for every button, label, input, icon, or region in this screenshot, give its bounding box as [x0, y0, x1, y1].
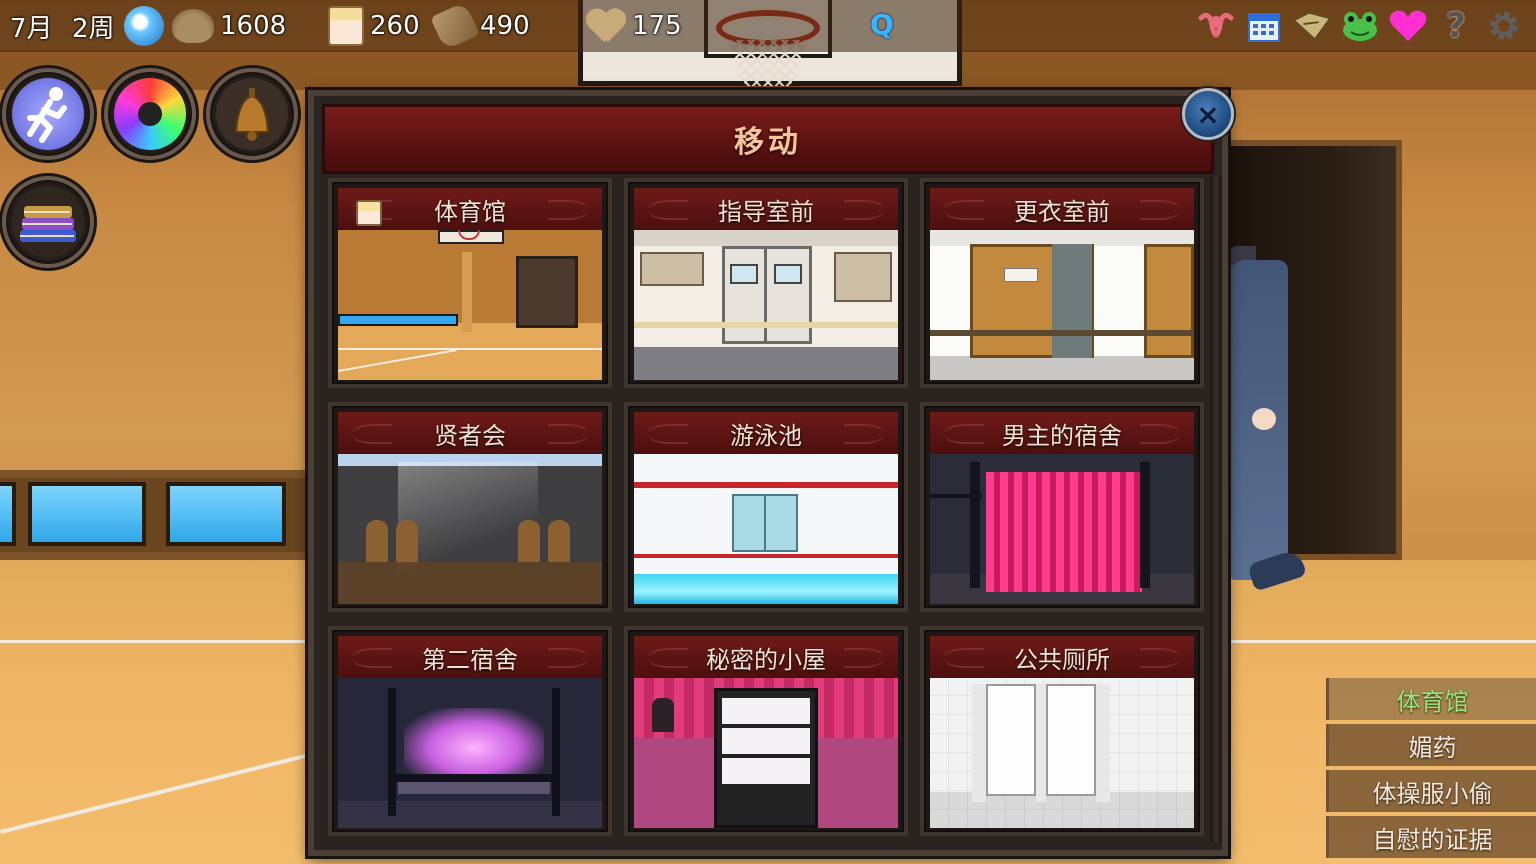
hud-menu-icons: ? — [1196, 6, 1524, 46]
location-image-toilet — [930, 678, 1194, 828]
heart-counter: 175 — [586, 0, 682, 52]
location-label: 指导室前 — [718, 197, 814, 226]
move-panel: 移动 体育馆 指导室前 更衣室前 贤者会 游泳池 男主的宿舍 第二宿舍 秘密的小… — [308, 90, 1228, 856]
location-card-office[interactable]: 指导室前 — [624, 178, 908, 388]
court-line — [0, 640, 320, 643]
map-icon[interactable] — [1292, 6, 1332, 46]
side-action-gym[interactable]: 体育馆 — [1326, 678, 1536, 720]
wall-window — [0, 482, 16, 546]
week-label: 2周 — [72, 13, 115, 44]
money-value: 1608 — [220, 11, 287, 41]
current-location-portrait-icon — [356, 200, 382, 226]
money-counter: 1608 — [172, 0, 286, 52]
location-card-locker[interactable]: 更衣室前 — [920, 178, 1204, 388]
location-image-council — [338, 454, 602, 604]
location-card-header: 游泳池 — [634, 412, 898, 454]
side-action-evidence[interactable]: 自慰的证据 — [1326, 816, 1536, 858]
location-label: 公共厕所 — [1014, 645, 1110, 674]
week-display: 2周 — [72, 0, 115, 52]
girl-portrait-icon — [328, 6, 364, 46]
close-move-panel-button[interactable]: × — [1182, 88, 1234, 140]
location-label: 第二宿舍 — [422, 645, 518, 674]
location-image-locker — [930, 230, 1194, 380]
scroll-icon — [430, 1, 480, 51]
location-card-gym[interactable]: 体育馆 — [328, 178, 612, 388]
location-image-office — [634, 230, 898, 380]
location-card-header: 第二宿舍 — [338, 636, 602, 678]
location-label: 贤者会 — [434, 421, 506, 450]
month-label: 7月 — [10, 13, 53, 44]
money-bag-icon — [172, 9, 214, 43]
help-icon[interactable]: ? — [1436, 6, 1476, 46]
location-card-pool[interactable]: 游泳池 — [624, 402, 908, 612]
camera-button[interactable] — [104, 68, 196, 160]
camera-icon — [114, 78, 186, 150]
top-hud: 7月 2周 1608 260 490 175 Q ? — [0, 0, 1536, 52]
character-hand — [1252, 408, 1276, 430]
location-card-dorm1[interactable]: 男主的宿舍 — [920, 402, 1204, 612]
location-image-gym — [338, 230, 602, 380]
location-grid: 体育馆 指导室前 更衣室前 贤者会 游泳池 男主的宿舍 第二宿舍 秘密的小屋 公… — [324, 178, 1204, 848]
side-action-gym-uniform-thief[interactable]: 体操服小偷 — [1326, 770, 1536, 812]
heart-icon[interactable] — [1388, 6, 1428, 46]
location-image-shop — [634, 678, 898, 828]
location-card-header: 秘密的小屋 — [634, 636, 898, 678]
affection-value: 260 — [370, 11, 420, 41]
run-icon — [12, 78, 84, 150]
quest-marker-icon[interactable]: Q — [870, 8, 894, 41]
location-card-header: 贤者会 — [338, 412, 602, 454]
books-icon — [12, 186, 84, 258]
location-image-dorm2 — [338, 678, 602, 828]
location-card-header: 公共厕所 — [930, 636, 1194, 678]
books-button[interactable] — [2, 176, 94, 268]
month-display: 7月 — [10, 0, 53, 52]
move-panel-scrollbar[interactable] — [1210, 176, 1222, 842]
heart-outline-icon — [586, 6, 626, 46]
scroll-value: 490 — [480, 11, 530, 41]
calendar-icon[interactable] — [1244, 6, 1284, 46]
run-button[interactable] — [2, 68, 94, 160]
location-image-dorm1 — [930, 454, 1194, 604]
bell-icon — [216, 78, 288, 150]
location-label: 更衣室前 — [1014, 197, 1110, 226]
move-panel-header: 移动 — [322, 104, 1214, 174]
location-card-council[interactable]: 贤者会 — [328, 402, 612, 612]
wall-window — [166, 482, 286, 546]
side-action-list: 体育馆 媚药 体操服小偷 自慰的证据 — [1326, 678, 1536, 862]
scroll-counter: 490 — [430, 0, 530, 52]
location-card-header: 更衣室前 — [930, 188, 1194, 230]
location-card-shop[interactable]: 秘密的小屋 — [624, 626, 908, 836]
court-line — [1220, 640, 1536, 643]
location-label: 体育馆 — [434, 197, 506, 226]
location-image-pool — [634, 454, 898, 604]
heart-value: 175 — [632, 11, 682, 41]
location-card-header: 男主的宿舍 — [930, 412, 1194, 454]
location-label: 男主的宿舍 — [1002, 421, 1122, 450]
location-card-header: 体育馆 — [338, 188, 602, 230]
wall-window — [28, 482, 146, 546]
frog-icon[interactable] — [1340, 6, 1380, 46]
bell-button[interactable] — [206, 68, 298, 160]
location-card-toilet[interactable]: 公共厕所 — [920, 626, 1204, 836]
side-action-aphrodisiac[interactable]: 媚药 — [1326, 724, 1536, 766]
gear-icon[interactable] — [1484, 6, 1524, 46]
affection-counter: 260 — [328, 0, 420, 52]
location-label: 秘密的小屋 — [706, 645, 826, 674]
uterus-icon[interactable] — [1196, 6, 1236, 46]
move-panel-title: 移动 — [734, 125, 802, 160]
location-label: 游泳池 — [730, 421, 802, 450]
time-orb-icon — [124, 6, 164, 46]
location-card-header: 指导室前 — [634, 188, 898, 230]
time-orb[interactable] — [124, 0, 164, 52]
location-card-dorm2[interactable]: 第二宿舍 — [328, 626, 612, 836]
